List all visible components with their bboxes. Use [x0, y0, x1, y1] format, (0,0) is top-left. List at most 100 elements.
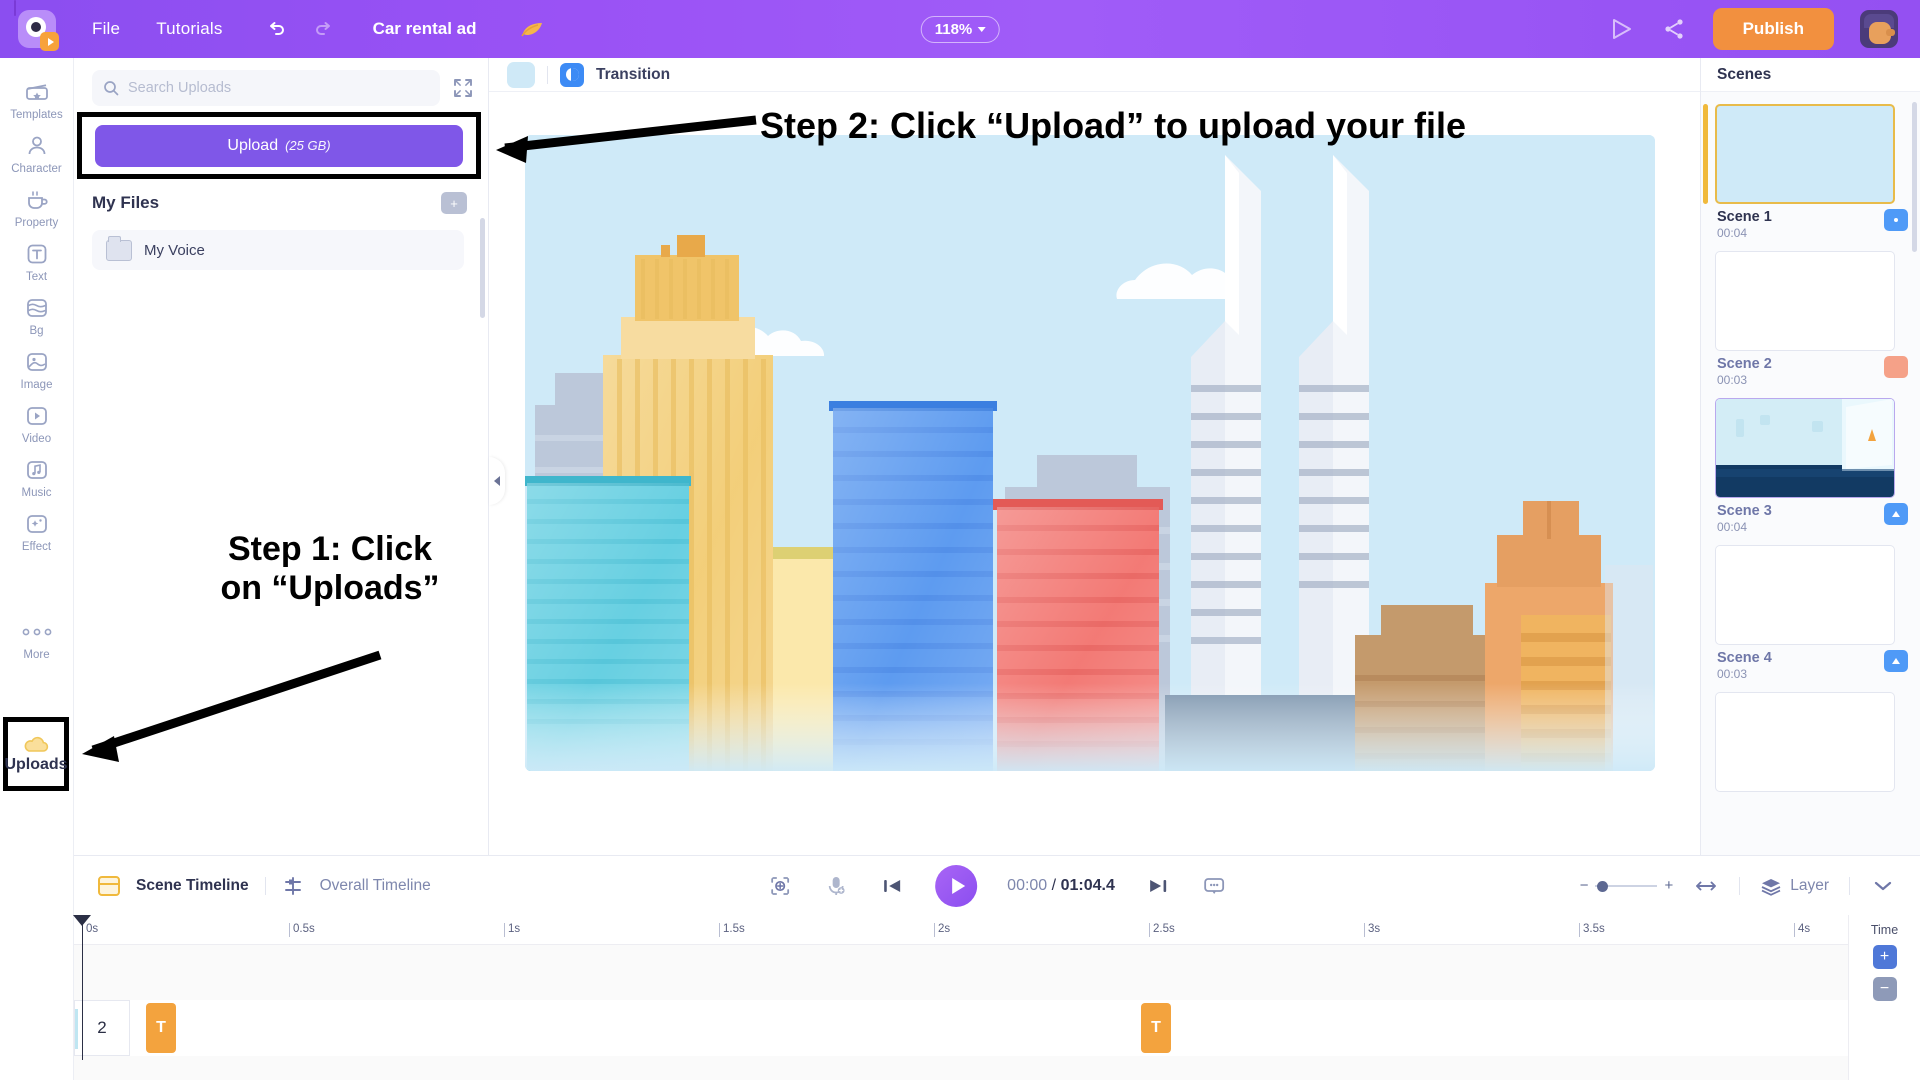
redo-icon[interactable]: [311, 16, 337, 42]
transition-label[interactable]: Transition: [596, 66, 670, 84]
preview-play-icon[interactable]: [1609, 16, 1635, 42]
scene-duration: 00:04: [1717, 520, 1748, 534]
scene-transition-badge[interactable]: [1884, 650, 1908, 672]
sidebar-item-music[interactable]: Music: [2, 450, 72, 504]
sidebar-label-video: Video: [21, 433, 52, 445]
scene-thumbnail[interactable]: [1715, 692, 1895, 792]
undo-icon[interactable]: [263, 16, 289, 42]
tab-scene-timeline[interactable]: Scene Timeline: [136, 877, 249, 895]
transition-icon[interactable]: [560, 62, 584, 87]
zoom-out-label[interactable]: −: [1580, 877, 1589, 894]
scenes-scrollbar[interactable]: [1912, 102, 1917, 252]
new-folder-icon[interactable]: +: [441, 192, 467, 214]
divider: [264, 876, 266, 895]
play-button[interactable]: [935, 864, 978, 907]
leaf-icon[interactable]: [519, 18, 547, 40]
text-clip[interactable]: T: [1141, 1003, 1171, 1053]
app-logo-icon[interactable]: [14, 0, 59, 51]
time-column-label: Time: [1870, 923, 1899, 937]
list-item[interactable]: My Voice: [92, 230, 464, 270]
top-toolbar: File Tutorials Car rental ad 118% Publis…: [0, 0, 1920, 58]
annotation-step-1-line-1: Step 1: Click: [227, 530, 433, 568]
scene-list: Scene 1 00:04 Scene 2 00:03 Scene 3 00:0…: [1701, 92, 1920, 855]
menu-tutorials[interactable]: Tutorials: [138, 19, 240, 39]
chevron-down-icon[interactable]: [1870, 873, 1896, 899]
ruler-tick: 2s: [934, 923, 950, 937]
list-item[interactable]: Scene 2 00:03: [1715, 251, 1910, 387]
sidebar-item-more[interactable]: More: [2, 612, 72, 666]
sidebar-label-image: Image: [20, 379, 53, 391]
search-box[interactable]: [92, 70, 440, 106]
publish-button[interactable]: Publish: [1712, 8, 1834, 50]
topbar-right-group: Publish: [1609, 8, 1920, 50]
scene-thumbnail[interactable]: [1715, 251, 1895, 351]
add-time-icon[interactable]: +: [1872, 945, 1897, 969]
expand-arrows-icon[interactable]: [452, 77, 474, 99]
sidebar-item-text[interactable]: Text: [2, 234, 72, 288]
share-icon[interactable]: [1661, 16, 1687, 42]
timeline-zoom-slider[interactable]: − +: [1580, 877, 1674, 894]
scene-transition-badge[interactable]: [1884, 209, 1908, 231]
text-clip[interactable]: T: [146, 1003, 176, 1053]
ruler-tick: 1s: [504, 923, 520, 937]
uploads-panel: Upload (25 GB) My Files + My Voice: [74, 58, 489, 855]
scene-thumbnail[interactable]: [1715, 398, 1895, 498]
sidebar-label-bg: Bg: [29, 325, 44, 337]
music-note-icon: [24, 457, 50, 483]
divider: [547, 65, 548, 84]
cloud-upload-icon: [21, 734, 51, 756]
sidebar-item-character[interactable]: Character: [2, 126, 72, 180]
annotation-step-1: Step 1: Click on “Uploads”: [180, 530, 480, 608]
panel-collapse-button[interactable]: [489, 457, 505, 505]
sidebar-item-templates[interactable]: Templates: [2, 72, 72, 126]
tab-overall-timeline[interactable]: Overall Timeline: [320, 877, 431, 895]
list-item[interactable]: [1715, 692, 1910, 792]
ruler-tick: 4s: [1794, 923, 1810, 937]
background-color-swatch[interactable]: [507, 61, 535, 88]
zoom-slider-track[interactable]: [1595, 880, 1658, 892]
skip-previous-icon[interactable]: [879, 873, 905, 899]
sidebar-label-music: Music: [21, 487, 52, 499]
chevron-left-icon: [494, 476, 500, 486]
document-title[interactable]: Car rental ad: [373, 19, 477, 39]
caption-icon[interactable]: [1201, 873, 1227, 899]
zoom-level-control[interactable]: 118%: [920, 15, 1000, 43]
remove-time-icon[interactable]: −: [1872, 977, 1897, 1001]
scene-transition-badge[interactable]: [1884, 356, 1908, 378]
sidebar-item-property[interactable]: Property: [2, 180, 72, 234]
scene-transition-badge[interactable]: [1884, 503, 1908, 525]
search-input[interactable]: [128, 80, 429, 96]
fit-to-screen-icon[interactable]: [767, 873, 793, 899]
scene-preview[interactable]: [525, 135, 1655, 771]
my-files-title: My Files: [92, 193, 160, 212]
list-item[interactable]: Scene 3 00:04: [1715, 398, 1910, 534]
video-play-icon: [24, 403, 50, 429]
list-item[interactable]: Scene 4 00:03: [1715, 545, 1910, 681]
sidebar-item-uploads[interactable]: Uploads: [3, 717, 69, 791]
user-avatar[interactable]: [1860, 10, 1898, 48]
menu-file[interactable]: File: [74, 19, 138, 39]
microphone-add-icon[interactable]: [823, 873, 849, 899]
sparkle-effect-icon: [24, 511, 50, 537]
canvas-stage[interactable]: [489, 92, 1700, 855]
playhead[interactable]: [73, 915, 91, 1060]
chevron-down-icon: [977, 26, 986, 32]
fit-width-icon[interactable]: [1693, 873, 1719, 899]
app-root: File Tutorials Car rental ad 118% Publis…: [0, 0, 1920, 1080]
zoom-slider-knob[interactable]: [1597, 880, 1609, 892]
scene-thumbnail[interactable]: [1715, 545, 1895, 645]
scene-thumbnail[interactable]: [1715, 104, 1895, 204]
panel-scrollbar[interactable]: [480, 218, 485, 318]
zoom-in-label[interactable]: +: [1664, 877, 1673, 894]
layer-button[interactable]: Layer: [1760, 876, 1829, 896]
track-row[interactable]: [74, 1000, 1848, 1056]
sidebar-item-bg[interactable]: Bg: [2, 288, 72, 342]
timeline-ruler[interactable]: 0s 0.5s 1s 1.5s 2s 2.5s 3s 3.5s 4s: [73, 915, 1848, 1060]
list-item[interactable]: Scene 1 00:04: [1715, 104, 1910, 240]
skip-next-icon[interactable]: [1145, 873, 1171, 899]
sidebar-item-video[interactable]: Video: [2, 396, 72, 450]
upload-quota-label: (25 GB): [285, 138, 331, 153]
sidebar-item-effect[interactable]: Effect: [2, 504, 72, 558]
upload-button[interactable]: Upload (25 GB): [95, 124, 463, 167]
sidebar-item-image[interactable]: Image: [2, 342, 72, 396]
